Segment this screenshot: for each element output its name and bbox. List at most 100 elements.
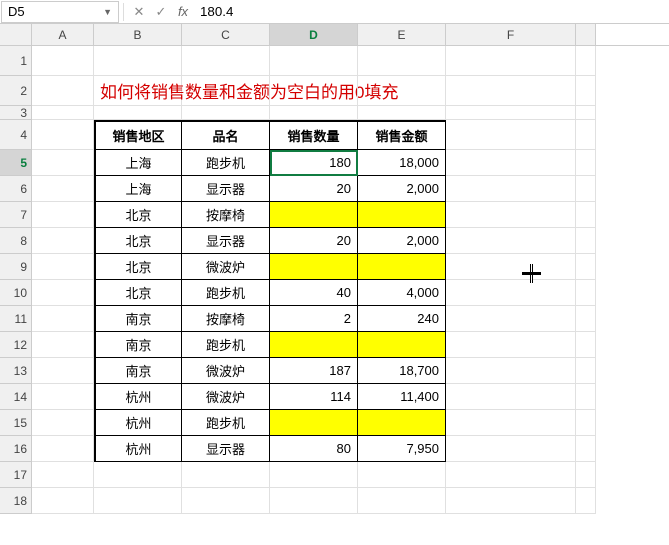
col-header-b[interactable]: B (94, 24, 182, 45)
qty-cell[interactable]: 20 (270, 228, 358, 254)
product-cell[interactable]: 按摩椅 (182, 202, 270, 228)
cell[interactable] (446, 46, 576, 76)
row-header[interactable]: 5 (0, 150, 32, 176)
row-header[interactable]: 7 (0, 202, 32, 228)
cell[interactable] (576, 410, 596, 436)
cell[interactable] (94, 488, 182, 514)
cell[interactable] (446, 358, 576, 384)
row-header[interactable]: 12 (0, 332, 32, 358)
amount-cell[interactable] (358, 410, 446, 436)
cell[interactable] (32, 462, 94, 488)
product-cell[interactable]: 跑步机 (182, 150, 270, 176)
confirm-icon[interactable]: ✓ (150, 1, 172, 23)
formula-input[interactable] (194, 1, 669, 23)
cell[interactable] (270, 106, 358, 120)
qty-cell[interactable]: 180 (270, 150, 358, 176)
cell[interactable] (32, 358, 94, 384)
table-header[interactable]: 品名 (182, 120, 270, 150)
select-all-corner[interactable] (0, 24, 32, 45)
cell[interactable] (32, 410, 94, 436)
cell[interactable] (576, 384, 596, 410)
col-header-g[interactable] (576, 24, 596, 45)
row-header[interactable]: 14 (0, 384, 32, 410)
cell[interactable] (32, 228, 94, 254)
cell[interactable] (576, 358, 596, 384)
qty-cell[interactable]: 187 (270, 358, 358, 384)
cell[interactable] (446, 228, 576, 254)
col-header-e[interactable]: E (358, 24, 446, 45)
amount-cell[interactable]: 18,000 (358, 150, 446, 176)
amount-cell[interactable]: 4,000 (358, 280, 446, 306)
chevron-down-icon[interactable]: ▼ (103, 7, 112, 17)
row-header[interactable]: 2 (0, 76, 32, 106)
cell[interactable] (446, 332, 576, 358)
product-cell[interactable]: 微波炉 (182, 254, 270, 280)
product-cell[interactable]: 显示器 (182, 228, 270, 254)
amount-cell[interactable]: 2,000 (358, 176, 446, 202)
cell[interactable] (576, 150, 596, 176)
cell[interactable] (446, 202, 576, 228)
product-cell[interactable]: 微波炉 (182, 384, 270, 410)
table-header[interactable]: 销售数量 (270, 120, 358, 150)
amount-cell[interactable] (358, 202, 446, 228)
qty-cell[interactable] (270, 202, 358, 228)
cell[interactable] (576, 76, 596, 106)
qty-cell[interactable] (270, 254, 358, 280)
table-header[interactable]: 销售金额 (358, 120, 446, 150)
product-cell[interactable]: 跑步机 (182, 280, 270, 306)
cell[interactable] (32, 254, 94, 280)
cell[interactable] (446, 436, 576, 462)
cell[interactable] (576, 46, 596, 76)
qty-cell[interactable]: 40 (270, 280, 358, 306)
col-header-d[interactable]: D (270, 24, 358, 45)
region-cell[interactable]: 杭州 (94, 410, 182, 436)
product-cell[interactable]: 跑步机 (182, 332, 270, 358)
row-header[interactable]: 18 (0, 488, 32, 514)
cell[interactable] (358, 106, 446, 120)
cell[interactable] (446, 254, 576, 280)
cell[interactable] (446, 462, 576, 488)
cell[interactable] (270, 462, 358, 488)
cell[interactable] (182, 76, 270, 106)
cell[interactable] (576, 488, 596, 514)
amount-cell[interactable]: 240 (358, 306, 446, 332)
amount-cell[interactable] (358, 254, 446, 280)
cell[interactable] (32, 202, 94, 228)
amount-cell[interactable] (358, 332, 446, 358)
cell[interactable] (446, 76, 576, 106)
table-header[interactable]: 销售地区 (94, 120, 182, 150)
row-header[interactable]: 9 (0, 254, 32, 280)
cell[interactable] (576, 280, 596, 306)
product-cell[interactable]: 跑步机 (182, 410, 270, 436)
cell[interactable] (358, 488, 446, 514)
name-box[interactable]: D5 ▼ (1, 1, 119, 23)
cell[interactable] (32, 46, 94, 76)
row-header[interactable]: 15 (0, 410, 32, 436)
region-cell[interactable]: 杭州 (94, 436, 182, 462)
row-header[interactable]: 1 (0, 46, 32, 76)
row-header[interactable]: 16 (0, 436, 32, 462)
row-header[interactable]: 8 (0, 228, 32, 254)
row-header[interactable]: 10 (0, 280, 32, 306)
cell[interactable] (446, 410, 576, 436)
cell[interactable] (32, 384, 94, 410)
cell[interactable] (446, 384, 576, 410)
region-cell[interactable]: 北京 (94, 228, 182, 254)
qty-cell[interactable] (270, 410, 358, 436)
region-cell[interactable]: 杭州 (94, 384, 182, 410)
fx-icon[interactable]: fx (172, 1, 194, 23)
row-header[interactable]: 6 (0, 176, 32, 202)
cell[interactable] (32, 106, 94, 120)
cell[interactable] (32, 436, 94, 462)
cell[interactable] (446, 150, 576, 176)
amount-cell[interactable]: 18,700 (358, 358, 446, 384)
region-cell[interactable]: 北京 (94, 202, 182, 228)
region-cell[interactable]: 南京 (94, 358, 182, 384)
region-cell[interactable]: 北京 (94, 254, 182, 280)
qty-cell[interactable]: 80 (270, 436, 358, 462)
cell[interactable] (576, 332, 596, 358)
product-cell[interactable]: 微波炉 (182, 358, 270, 384)
cell[interactable] (446, 120, 576, 150)
cell[interactable] (182, 106, 270, 120)
col-header-c[interactable]: C (182, 24, 270, 45)
